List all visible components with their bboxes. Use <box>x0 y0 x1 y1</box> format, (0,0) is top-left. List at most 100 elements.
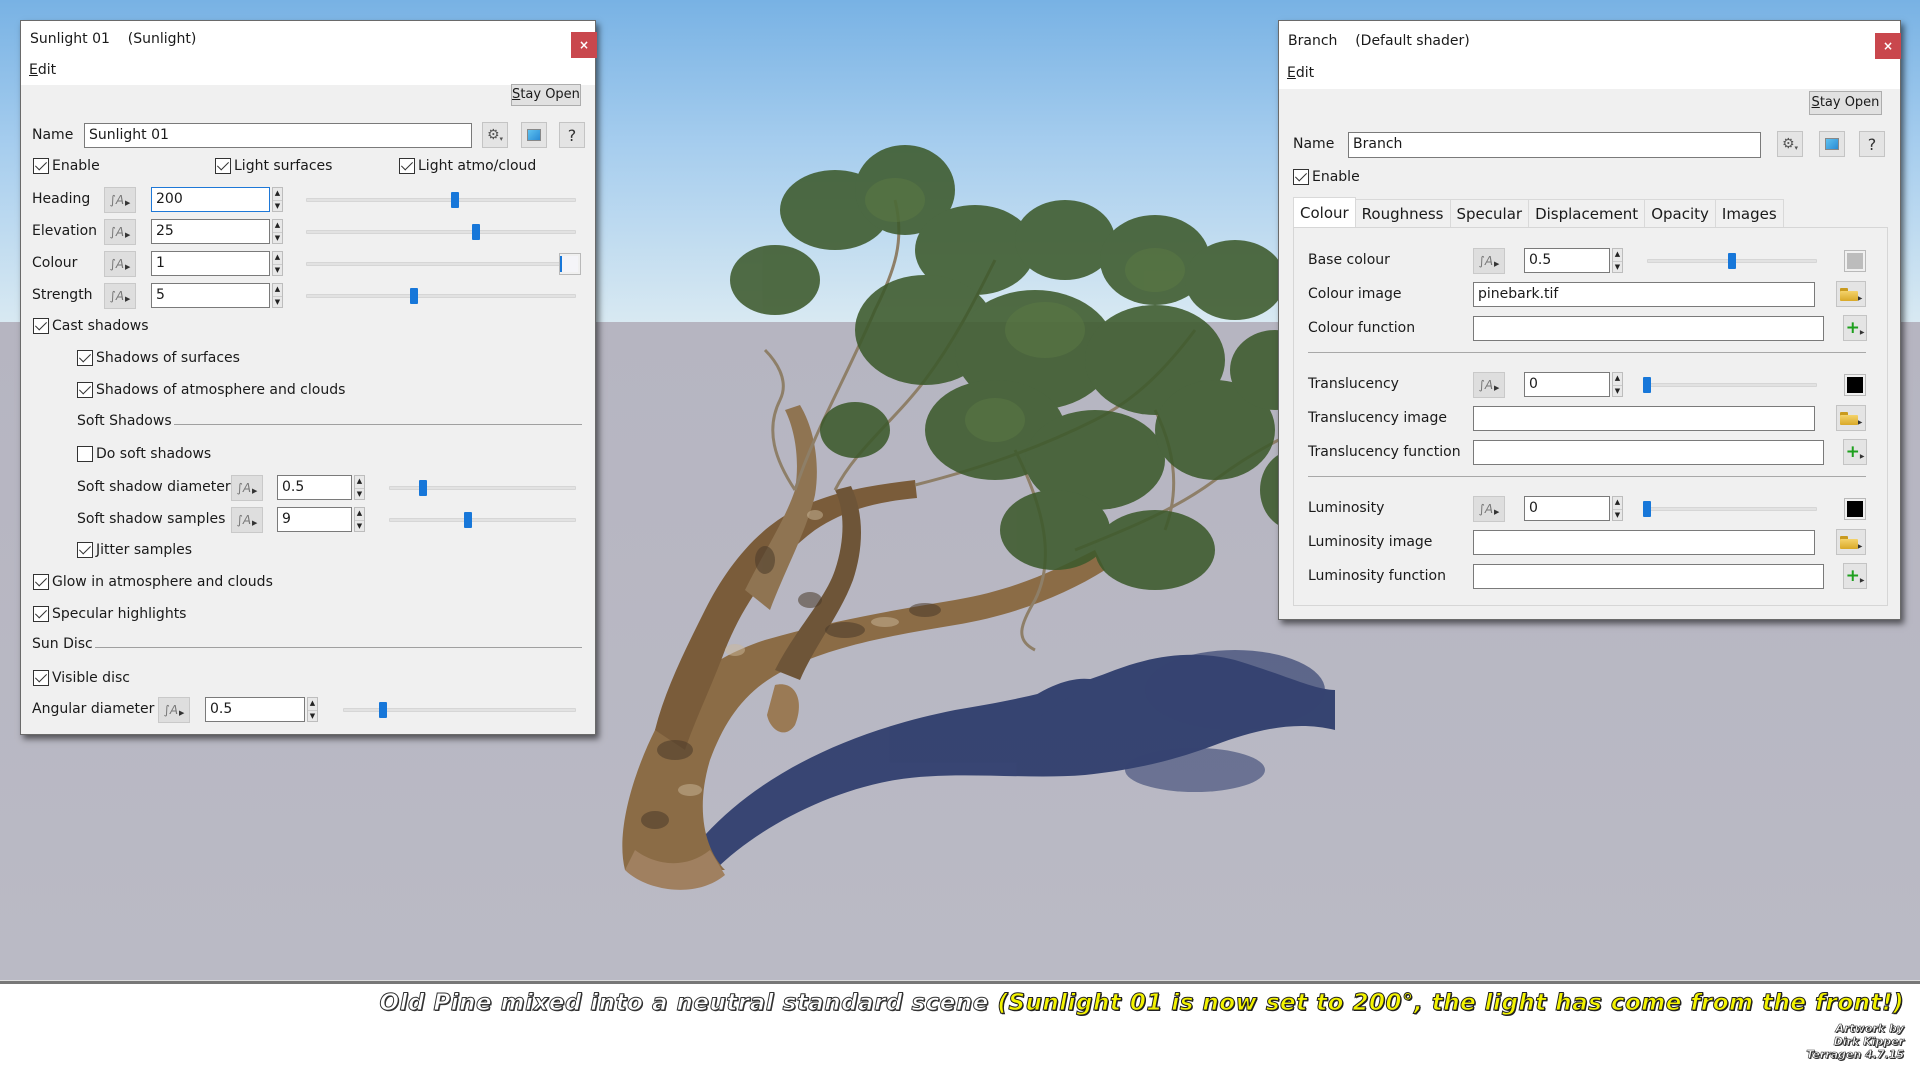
slider-thumb[interactable] <box>378 702 387 718</box>
spin-down-icon[interactable]: ▼ <box>273 232 282 243</box>
tab-images[interactable]: Images <box>1714 199 1784 227</box>
angular-diameter-spinner[interactable]: ▲ ▼ <box>307 697 318 722</box>
strength-input[interactable]: 5 <box>151 283 270 308</box>
shader-panel-titlebar[interactable]: Branch (Default shader) <box>1279 21 1900 61</box>
translucency-slider[interactable] <box>1643 377 1817 393</box>
slider-thumb[interactable] <box>1643 377 1651 393</box>
light-surfaces-checkbox[interactable]: Light surfaces <box>215 158 332 174</box>
do-soft-shadows-checkbox[interactable]: Do soft shadows <box>77 446 211 462</box>
base-colour-input[interactable]: 0.5 <box>1524 248 1610 273</box>
visible-disc-checkbox[interactable]: Visible disc <box>33 670 130 686</box>
soft-shadow-diameter-spinner[interactable]: ▲ ▼ <box>354 475 365 500</box>
colour-image-input[interactable]: pinebark.tif <box>1473 282 1815 307</box>
light-atmo-cloud-checkbox[interactable]: Light atmo/cloud <box>399 158 536 174</box>
strength-slider[interactable] <box>306 288 576 304</box>
spin-down-icon[interactable]: ▼ <box>273 296 282 307</box>
slider-thumb[interactable] <box>410 288 418 304</box>
luminosity-input[interactable]: 0 <box>1524 496 1610 521</box>
colour-colour-swatch[interactable] <box>559 253 581 275</box>
colour-image-browse-button[interactable]: ▶ <box>1836 281 1866 307</box>
colour-function-button[interactable]: ∫A ▶ <box>104 251 136 277</box>
preview-button[interactable] <box>521 122 547 148</box>
close-button[interactable]: × <box>1875 33 1901 59</box>
slider-thumb[interactable] <box>472 224 481 240</box>
luminosity-spinner[interactable]: ▲ ▼ <box>1612 496 1623 521</box>
sunlight-panel-titlebar[interactable]: Sunlight 01 (Sunlight) <box>21 21 595 59</box>
translucency-colour-swatch[interactable] <box>1844 374 1866 396</box>
luminosity-function-button[interactable]: ∫A ▶ <box>1473 496 1505 522</box>
heading-spinner[interactable]: ▲ ▼ <box>272 187 283 212</box>
stay-open-button[interactable]: Stay Open <box>511 84 581 106</box>
tab-displacement[interactable]: Displacement <box>1528 199 1646 227</box>
spin-up-icon[interactable]: ▲ <box>273 188 282 199</box>
spin-down-icon[interactable]: ▼ <box>273 200 282 211</box>
slider-thumb[interactable] <box>418 480 427 496</box>
angular-diameter-slider[interactable] <box>343 702 576 718</box>
translucency-function-button[interactable]: ∫A ▶ <box>1473 372 1505 398</box>
luminosity-slider[interactable] <box>1643 501 1817 517</box>
enable-checkbox[interactable]: Enable <box>33 158 100 174</box>
translucency-image-input[interactable] <box>1473 406 1815 431</box>
strength-function-button[interactable]: ∫A ▶ <box>104 283 136 309</box>
shadows-of-surfaces-checkbox[interactable]: Shadows of surfaces <box>77 350 240 366</box>
spin-up-icon[interactable]: ▲ <box>273 252 282 263</box>
elevation-input[interactable]: 25 <box>151 219 270 244</box>
soft-shadow-diameter-function-button[interactable]: ∫A ▶ <box>231 475 263 501</box>
soft-shadow-samples-function-button[interactable]: ∫A ▶ <box>231 507 263 533</box>
help-button[interactable]: ? <box>559 122 585 148</box>
slider-thumb[interactable] <box>1728 253 1736 269</box>
elevation-function-button[interactable]: ∫A ▶ <box>104 219 136 245</box>
heading-function-button[interactable]: ∫A ▶ <box>104 187 136 213</box>
spin-up-icon[interactable]: ▲ <box>355 476 364 487</box>
enable-checkbox[interactable]: Enable <box>1293 169 1360 185</box>
slider-thumb[interactable] <box>463 512 472 528</box>
close-button[interactable]: × <box>571 32 597 58</box>
base-colour-colour-swatch[interactable] <box>1844 250 1866 272</box>
menu-edit[interactable]: Edit <box>29 62 56 78</box>
preview-button[interactable] <box>1819 131 1845 157</box>
gear-menu-button[interactable]: ⚙ ▾ <box>482 122 508 148</box>
glow-checkbox[interactable]: Glow in atmosphere and clouds <box>33 574 273 590</box>
soft-shadow-samples-slider[interactable] <box>389 512 576 528</box>
elevation-slider[interactable] <box>306 224 576 240</box>
soft-shadow-diameter-input[interactable]: 0.5 <box>277 475 352 500</box>
menu-edit[interactable]: Edit <box>1287 65 1314 81</box>
angular-diameter-input[interactable]: 0.5 <box>205 697 305 722</box>
cast-shadows-checkbox[interactable]: Cast shadows <box>33 318 149 334</box>
base-colour-function-button[interactable]: ∫A ▶ <box>1473 248 1505 274</box>
stay-open-button[interactable]: Stay Open <box>1809 91 1882 115</box>
spin-down-icon[interactable]: ▼ <box>1613 261 1622 272</box>
tab-colour[interactable]: Colour <box>1293 197 1356 227</box>
jitter-samples-checkbox[interactable]: Jitter samples <box>77 542 192 558</box>
luminosity-image-browse-button[interactable]: ▶ <box>1836 529 1866 555</box>
translucency-image-browse-button[interactable]: ▶ <box>1836 405 1866 431</box>
tab-opacity[interactable]: Opacity <box>1644 199 1716 227</box>
base-colour-spinner[interactable]: ▲ ▼ <box>1612 248 1623 273</box>
spin-up-icon[interactable]: ▲ <box>273 220 282 231</box>
strength-spinner[interactable]: ▲ ▼ <box>272 283 283 308</box>
spin-up-icon[interactable]: ▲ <box>1613 373 1622 384</box>
luminosity-colour-swatch[interactable] <box>1844 498 1866 520</box>
help-button[interactable]: ? <box>1859 131 1885 157</box>
heading-input[interactable]: 200 <box>151 187 270 212</box>
slider-thumb[interactable] <box>450 192 459 208</box>
gear-menu-button[interactable]: ⚙ ▾ <box>1777 131 1803 157</box>
spin-up-icon[interactable]: ▲ <box>308 698 317 709</box>
spin-down-icon[interactable]: ▼ <box>355 488 364 499</box>
name-input[interactable]: Sunlight 01 <box>84 123 472 148</box>
translucency-function-input[interactable] <box>1473 440 1824 465</box>
translucency-function-add-button[interactable]: + ▶ <box>1843 439 1867 465</box>
spin-down-icon[interactable]: ▼ <box>1613 385 1622 396</box>
soft-shadow-samples-input[interactable]: 9 <box>277 507 352 532</box>
slider-thumb[interactable] <box>1643 501 1651 517</box>
spin-up-icon[interactable]: ▲ <box>355 508 364 519</box>
spin-up-icon[interactable]: ▲ <box>1613 497 1622 508</box>
angular-diameter-function-button[interactable]: ∫A ▶ <box>158 697 190 723</box>
spin-up-icon[interactable]: ▲ <box>1613 249 1622 260</box>
spin-down-icon[interactable]: ▼ <box>273 264 282 275</box>
spin-down-icon[interactable]: ▼ <box>1613 509 1622 520</box>
soft-shadow-diameter-slider[interactable] <box>389 480 576 496</box>
base-colour-slider[interactable] <box>1647 253 1817 269</box>
tab-roughness[interactable]: Roughness <box>1354 199 1451 227</box>
shadows-of-atmosphere-checkbox[interactable]: Shadows of atmosphere and clouds <box>77 382 345 398</box>
